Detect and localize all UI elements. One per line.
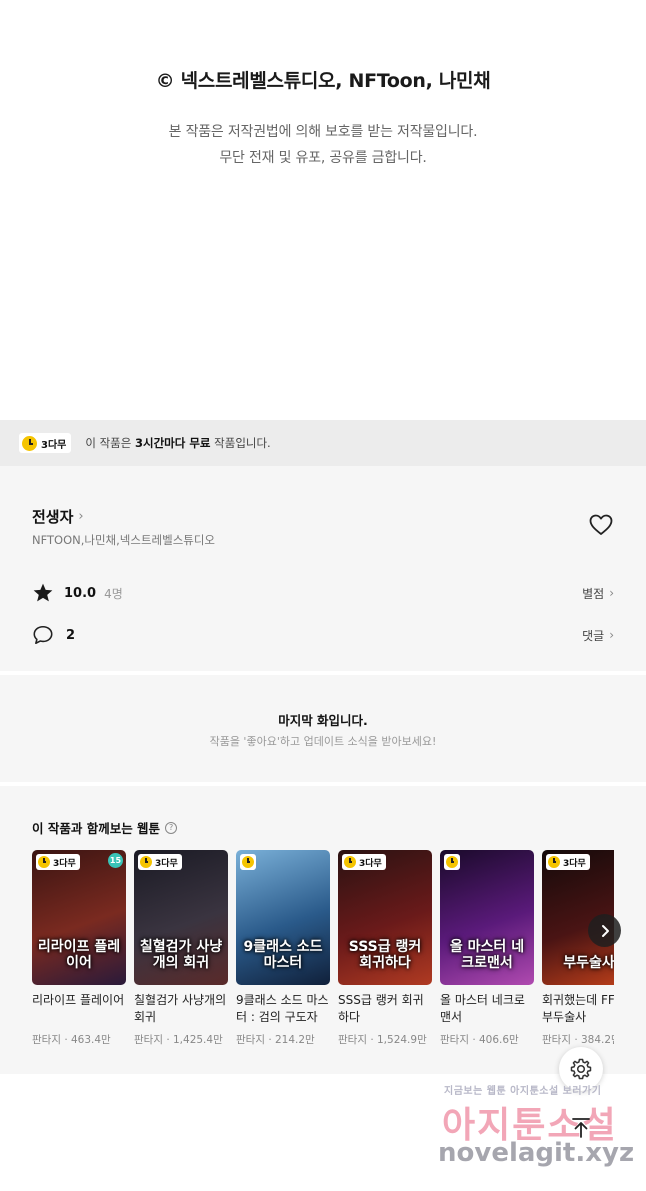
cover-title-art: 부두술사 — [563, 954, 614, 971]
recommendation-title[interactable]: 리라이프 플레이어 — [32, 992, 126, 1026]
free-banner-text: 이 작품은 3시간마다 무료 작품입니다. — [85, 435, 270, 451]
recommendation-thumbnail[interactable]: 리라이프 플레이어 3다무 15 — [32, 850, 126, 985]
settings-icon — [570, 1058, 592, 1080]
cover-title-art: 칠혈검가 사냥개의 회귀 — [139, 939, 223, 971]
wait-free-badge-label: 3다무 — [41, 439, 67, 451]
work-title: 전생자 — [32, 508, 74, 526]
chevron-right-icon: › — [609, 628, 614, 642]
wait-free-badge: 3다무 — [342, 854, 386, 870]
copyright-notice-1: 본 작품은 저작권법에 의해 보호를 받는 저작물입니다. — [168, 124, 478, 140]
recommendation-title[interactable]: 칠혈검가 사냥개의 회귀 — [134, 992, 228, 1026]
recommendation-card[interactable]: 리라이프 플레이어 3다무 15 리라이프 플레이어판타지 · 463.4만 — [32, 850, 126, 1047]
rating-row: 10.0 4명 별점 › — [32, 582, 614, 604]
recommendation-thumbnail[interactable]: 올 마스터 네크로맨서 — [440, 850, 534, 985]
recommendation-meta: 판타지 · 406.6만 — [440, 1034, 519, 1046]
recommendation-title[interactable]: 올 마스터 네크로맨서 — [440, 992, 534, 1026]
episode-count-badge: 15 — [108, 853, 123, 868]
last-episode-subtitle: 작품을 '좋아요'하고 업데이트 소식을 받아보세요! — [209, 735, 437, 748]
wait-free-badge: 3다무 — [546, 854, 590, 870]
recommendations-section: 이 작품과 함께보는 웹툰 ? 리라이프 플레이어 3다무 15 리라이프 플레이어판… — [0, 786, 646, 1074]
recommendation-card[interactable]: 부두술사 3다무회귀했는데 FFF급 부두술사판타지 · 384.2만 — [542, 850, 614, 1047]
recommendation-meta: 판타지 · 384.2만 — [542, 1034, 614, 1046]
wait-free-badge — [444, 854, 460, 870]
recommendation-thumbnail[interactable]: SSS급 랭커 회귀하다 3다무 — [338, 850, 432, 985]
rating-link[interactable]: 별점 › — [582, 585, 614, 602]
free-text-bold: 3시간마다 무료 — [135, 436, 211, 450]
comment-link-label: 댓글 — [582, 628, 605, 643]
wait-free-badge: 3다무 — [138, 854, 182, 870]
heart-icon[interactable] — [589, 514, 613, 536]
cover-title-art: 리라이프 플레이어 — [37, 939, 121, 971]
free-text-pre: 이 작품은 — [85, 436, 135, 450]
wait-free-badge: 3다무 — [36, 854, 80, 870]
wait-free-badge — [240, 854, 256, 870]
cover-title-art: 올 마스터 네크로맨서 — [449, 939, 525, 971]
help-icon[interactable]: ? — [165, 821, 178, 834]
watermark-line-3: novelagit.xyz — [438, 1138, 635, 1168]
comment-icon — [33, 625, 53, 645]
rating-count: 4명 — [104, 586, 123, 601]
clock-icon — [38, 856, 50, 868]
star-icon — [33, 583, 53, 602]
free-text-post: 작품입니다. — [210, 436, 271, 450]
cover-title-art: 9클래스 소드마스터 — [243, 939, 323, 971]
copyright-notice-2: 무단 전재 및 유포, 공유를 금합니다. — [219, 150, 427, 166]
scroll-top-button[interactable] — [561, 1108, 601, 1148]
recommendations-title-text: 이 작품과 함께보는 웹툰 — [32, 821, 161, 836]
recommendation-carousel: 리라이프 플레이어 3다무 15 리라이프 플레이어판타지 · 463.4만 칠혈검가 … — [32, 850, 614, 1060]
recommendation-card[interactable]: 올 마스터 네크로맨서 올 마스터 네크로맨서 판타지 · 406.6만 — [440, 850, 534, 1047]
recommendation-meta: 판타지 · 1,425.4만 — [134, 1034, 223, 1046]
carousel-next-button[interactable] — [588, 914, 621, 947]
rating-value: 10.0 — [64, 585, 97, 601]
clock-icon — [22, 435, 37, 451]
clock-icon — [446, 856, 458, 868]
work-info-section: 전생자 › NFTOON,나민채,넥스트레벨스튜디오 10.0 4명 별점 › … — [0, 466, 646, 671]
chevron-right-icon: › — [609, 586, 614, 600]
clock-icon — [548, 856, 560, 868]
recommendation-title[interactable]: 9클래스 소드 마스터 : 검의 구도자 — [236, 992, 330, 1026]
wait-free-badge-label: 3다무 — [155, 858, 178, 869]
recommendation-title[interactable]: 회귀했는데 FFF급 부두술사 — [542, 992, 614, 1026]
last-episode-notice: 마지막 화입니다. 작품을 '좋아요'하고 업데이트 소식을 받아보세요! — [0, 675, 646, 782]
work-title-link[interactable]: 전생자 › — [32, 506, 84, 527]
clock-icon — [140, 856, 152, 868]
free-every-3-hours-banner: 3다무 이 작품은 3시간마다 무료 작품입니다. — [0, 420, 646, 466]
clock-icon — [344, 856, 356, 868]
recommendation-card[interactable]: 칠혈검가 사냥개의 회귀 3다무칠혈검가 사냥개의 회귀판타지 · 1,425.4… — [134, 850, 228, 1047]
wait-free-badge-label: 3다무 — [53, 858, 76, 869]
recommendation-thumbnail[interactable]: 칠혈검가 사냥개의 회귀 3다무 — [134, 850, 228, 985]
comment-link[interactable]: 댓글 › — [582, 627, 614, 644]
comment-count: 2 — [66, 627, 76, 643]
wait-free-badge: 3다무 — [19, 433, 72, 453]
chevron-right-icon: › — [78, 509, 84, 524]
copyright-title: © 넥스트레벨스튜디오, NFToon, 나민채 — [155, 70, 491, 92]
recommendation-card[interactable]: 9클래스 소드마스터 9클래스 소드 마스터 : 검의 구도자판타지 · 214.… — [236, 850, 330, 1047]
watermark-line-1: 지금보는 웹툰 아지툰소설 보러가기 — [444, 1086, 602, 1097]
chevron-right-icon — [601, 924, 609, 937]
wait-free-badge-label: 3다무 — [359, 858, 382, 869]
recommendation-thumbnail[interactable]: 9클래스 소드마스터 — [236, 850, 330, 985]
comment-row: 2 댓글 › — [32, 624, 614, 646]
recommendation-card[interactable]: SSS급 랭커 회귀하다 3다무 SSS급 랭커 회귀하다판타지 · 1,524.9… — [338, 850, 432, 1047]
scroll-top-icon — [572, 1118, 590, 1138]
rating-link-label: 별점 — [582, 586, 605, 601]
recommendation-meta: 판타지 · 1,524.9만 — [338, 1034, 427, 1046]
last-episode-title: 마지막 화입니다. — [278, 713, 368, 728]
wait-free-badge-label: 3다무 — [563, 858, 586, 869]
recommendation-meta: 판타지 · 214.2만 — [236, 1034, 315, 1046]
recommendation-meta: 판타지 · 463.4만 — [32, 1034, 111, 1046]
work-authors: NFTOON,나민채,넥스트레벨스튜디오 — [32, 533, 216, 547]
cover-title-art: SSS급 랭커 회귀하다 — [348, 939, 422, 971]
recommendations-title: 이 작품과 함께보는 웹툰 ? — [32, 818, 178, 837]
copyright-section: © 넥스트레벨스튜디오, NFToon, 나민채 본 작품은 저작권법에 의해 … — [0, 0, 646, 420]
recommendation-title[interactable]: SSS급 랭커 회귀하다 — [338, 992, 432, 1026]
clock-icon — [242, 856, 254, 868]
